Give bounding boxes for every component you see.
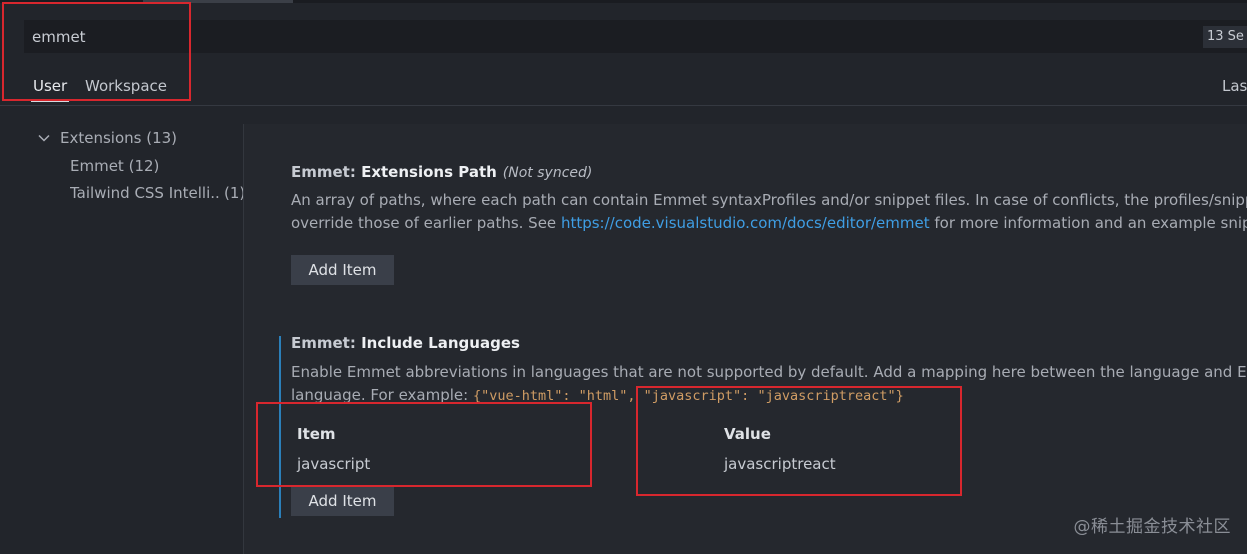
description-line: override those of earlier paths. See htt…: [291, 212, 1247, 235]
tab-divider: [0, 105, 1247, 106]
settings-search-box[interactable]: emmet 13 Se: [24, 20, 1247, 53]
chevron-down-icon[interactable]: [38, 132, 50, 144]
annotation-box-value: [636, 386, 962, 496]
setting-description-extensions-path: An array of paths, where each path can c…: [291, 189, 1247, 235]
setting-name: Extensions Path: [361, 163, 497, 181]
description-text: override those of earlier paths. See: [291, 214, 561, 232]
setting-name: Include Languages: [361, 334, 520, 352]
description-line: Enable Emmet abbreviations in languages …: [291, 363, 1247, 381]
toc-extensions[interactable]: Extensions (13): [60, 129, 177, 147]
description-text: for more information and an example snip…: [934, 214, 1247, 232]
last-synced-label: Last: [1222, 77, 1247, 95]
settings-count-badge: 13 Se: [1203, 26, 1247, 48]
toc-emmet[interactable]: Emmet (12): [70, 157, 159, 175]
docs-link[interactable]: https://code.visualstudio.com/docs/edito…: [561, 214, 930, 232]
toc-emmet-count: (12): [128, 157, 160, 175]
not-synced-note: (Not synced): [502, 165, 593, 181]
annotation-box-item: [256, 402, 592, 487]
setting-category: Emmet:: [291, 163, 362, 181]
toc-tailwind[interactable]: Tailwind CSS Intelli...: [70, 184, 220, 202]
toc-emmet-label: Emmet: [70, 157, 124, 175]
add-item-button[interactable]: Add Item: [291, 486, 394, 516]
setting-title-extensions-path: Emmet: Extensions Path (Not synced): [291, 163, 592, 181]
watermark: @稀土掘金技术社区: [1073, 517, 1231, 537]
annotation-box-search-tabs: [2, 2, 191, 101]
description-line: An array of paths, where each path can c…: [291, 191, 1247, 209]
setting-title-include-languages: Emmet: Include Languages: [291, 334, 520, 352]
toc-extensions-label: Extensions: [60, 129, 142, 147]
add-item-button[interactable]: Add Item: [291, 255, 394, 285]
toc-extensions-count: (13): [146, 129, 178, 147]
setting-category: Emmet:: [291, 334, 362, 352]
